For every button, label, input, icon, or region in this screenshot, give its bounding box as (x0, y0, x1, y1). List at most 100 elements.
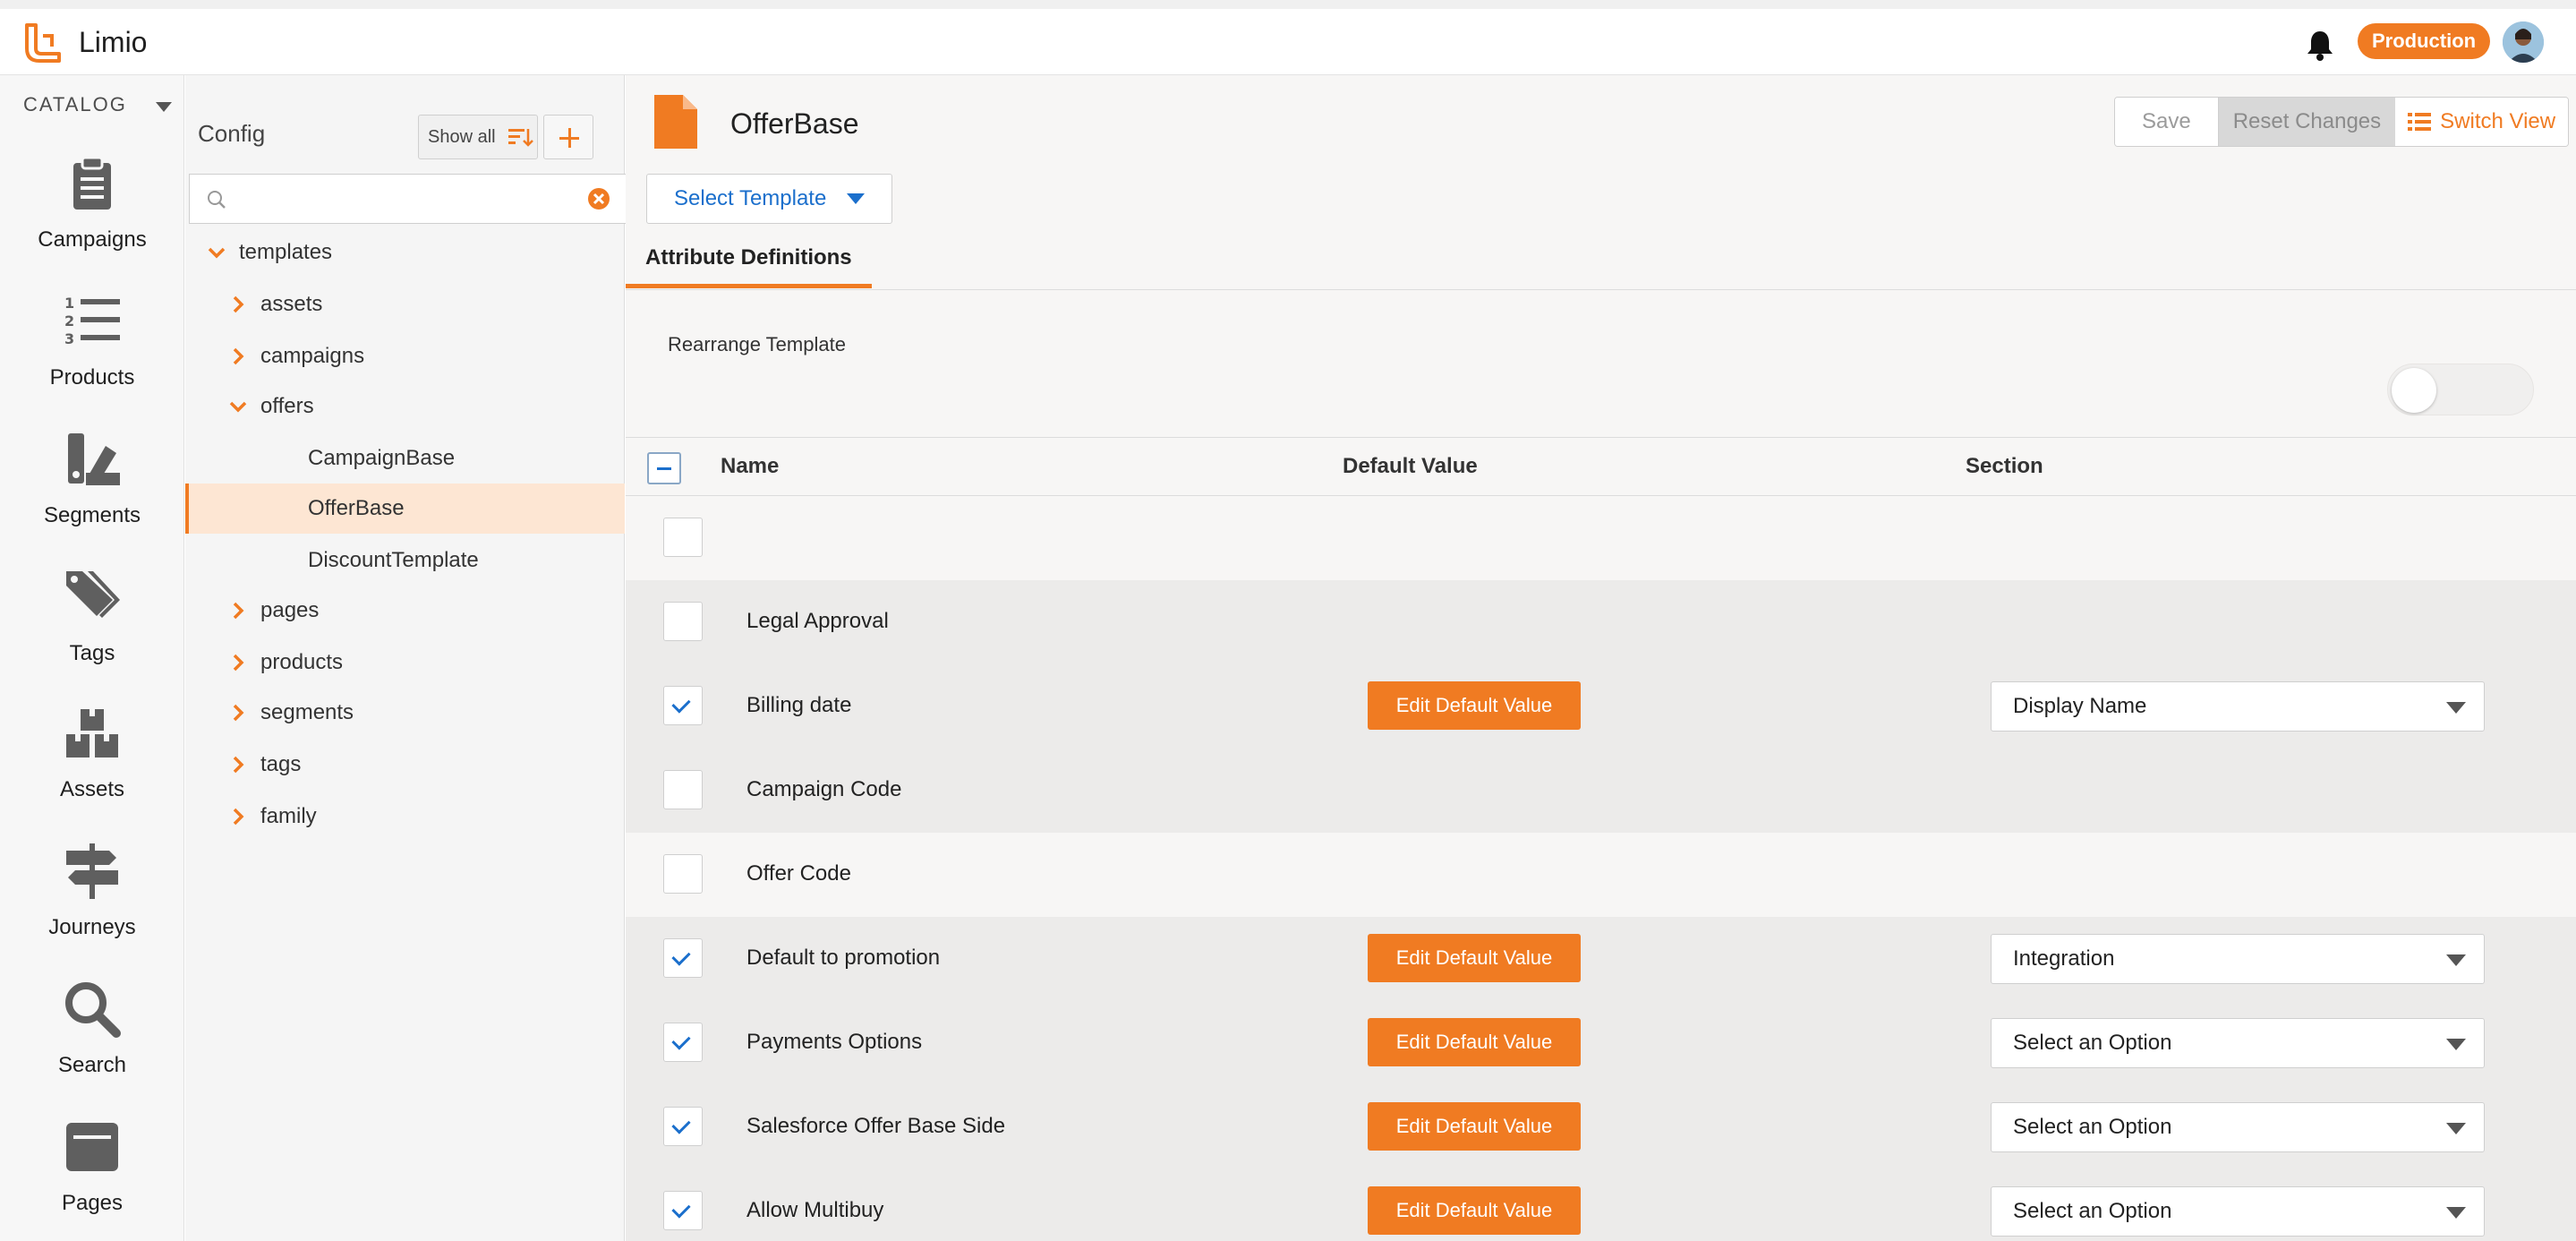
reset-changes-button[interactable]: Reset Changes (2218, 98, 2396, 146)
check-icon (671, 1115, 691, 1134)
row-checkbox[interactable] (663, 602, 703, 641)
edit-default-value-button[interactable]: Edit Default Value (1368, 1102, 1581, 1151)
show-all-label: Show all (428, 126, 496, 147)
tab-attribute-definitions[interactable]: Attribute Definitions (645, 245, 852, 288)
chevron-right-icon[interactable] (228, 755, 248, 775)
edit-default-value-button[interactable]: Edit Default Value (1368, 681, 1581, 730)
section-select[interactable]: Integration (1991, 934, 2485, 984)
nav-item-assets[interactable]: Assets (0, 702, 184, 802)
tree-node-campaignbase[interactable]: CampaignBase (185, 433, 625, 484)
select-template-dropdown[interactable]: Select Template (646, 174, 892, 224)
chevron-right-icon[interactable] (228, 653, 248, 672)
row-checkbox[interactable] (663, 518, 703, 557)
bell-icon[interactable] (2306, 29, 2334, 61)
tree-node-label: offers (260, 394, 314, 418)
active-tab-indicator (626, 284, 872, 288)
brand[interactable]: Limio (23, 21, 147, 63)
section-select-value: Select an Option (2013, 1031, 2172, 1055)
table-row: Default to promotion Edit Default Value … (626, 917, 2576, 1001)
tree-node-tags[interactable]: tags (185, 740, 625, 790)
left-nav: CATALOG Campaigns 1 2 3 Products Segment… (0, 75, 184, 1241)
edit-default-value-button[interactable]: Edit Default Value (1368, 934, 1581, 982)
chevron-right-icon[interactable] (228, 347, 248, 366)
chevron-right-icon[interactable] (228, 601, 248, 620)
row-checkbox[interactable] (663, 1191, 703, 1230)
row-checkbox[interactable] (663, 686, 703, 725)
tree-node-pages[interactable]: pages (185, 586, 625, 636)
check-icon (671, 694, 691, 714)
column-header-name[interactable]: Name (721, 454, 779, 479)
select-all-checkbox[interactable] (647, 452, 681, 484)
show-all-button[interactable]: Show all (418, 115, 538, 159)
nav-item-journeys[interactable]: Journeys (0, 840, 184, 940)
toggle-knob (2392, 368, 2436, 413)
chevron-right-icon[interactable] (228, 703, 248, 723)
section-select-value: Integration (2013, 946, 2115, 971)
tree-node-templates[interactable]: templates (185, 227, 625, 278)
rearrange-template-toggle[interactable] (2387, 364, 2534, 415)
save-button[interactable]: Save (2115, 98, 2219, 146)
row-name: Billing date (746, 693, 852, 717)
edit-default-value-button[interactable]: Edit Default Value (1368, 1186, 1581, 1235)
row-name: Default to promotion (746, 946, 941, 970)
signpost-icon (66, 843, 118, 899)
catalog-label[interactable]: CATALOG (23, 93, 127, 116)
section-select[interactable]: Select an Option (1991, 1102, 2485, 1152)
tree-node-offerbase[interactable]: OfferBase (185, 484, 625, 534)
nav-label-campaigns: Campaigns (38, 227, 147, 252)
nav-item-products[interactable]: 1 2 3 Products (0, 290, 184, 390)
avatar[interactable] (2503, 21, 2544, 63)
nav-item-segments[interactable]: Segments (0, 428, 184, 528)
switch-view-button[interactable]: Switch View (2395, 98, 2569, 146)
section-select[interactable]: Select an Option (1991, 1018, 2485, 1068)
svg-text:1: 1 (64, 295, 74, 312)
check-icon (671, 1031, 691, 1050)
table-row (626, 496, 2576, 580)
tree-node-segments[interactable]: segments (185, 688, 625, 738)
nav-item-tags[interactable]: Tags (0, 566, 184, 666)
check-icon (671, 946, 691, 966)
environment-badge[interactable]: Production (2358, 23, 2491, 59)
page-title: OfferBase (730, 107, 859, 140)
select-template-label: Select Template (674, 186, 827, 210)
main-panel: OfferBase Save Reset Changes Switch View… (626, 75, 2576, 1241)
nav-item-campaigns[interactable]: Campaigns (0, 152, 184, 252)
nav-label-assets: Assets (59, 777, 125, 801)
row-checkbox[interactable] (663, 1023, 703, 1062)
tree-node-family[interactable]: family (185, 792, 625, 842)
nav-item-search[interactable]: Search (0, 978, 184, 1078)
tree-node-campaigns[interactable]: campaigns (185, 331, 625, 381)
row-checkbox[interactable] (663, 770, 703, 809)
tree-node-label: tags (260, 752, 302, 776)
section-select[interactable]: Display Name (1991, 681, 2485, 732)
action-button-group: Save Reset Changes Switch View (2114, 97, 2570, 147)
chevron-right-icon[interactable] (228, 295, 248, 314)
catalog-caret-icon[interactable] (156, 102, 172, 112)
nav-item-pages[interactable]: Pages (0, 1116, 184, 1216)
row-name: Legal Approval (746, 609, 889, 633)
tree-node-offers[interactable]: offers (185, 381, 625, 432)
list-view-icon (2408, 113, 2432, 131)
tree-node-label: segments (260, 700, 354, 724)
tree-node-products[interactable]: products (185, 638, 625, 688)
row-checkbox[interactable] (663, 1107, 703, 1146)
tree-node-discounttemplate[interactable]: DiscountTemplate (185, 535, 625, 586)
column-header-section[interactable]: Section (1966, 454, 2043, 479)
app-name: Limio (79, 25, 148, 58)
clear-icon[interactable] (587, 187, 610, 210)
tree-search-input[interactable] (189, 174, 627, 224)
row-checkbox[interactable] (663, 938, 703, 978)
chevron-down-icon[interactable] (207, 243, 226, 262)
section-select[interactable]: Select an Option (1991, 1186, 2485, 1237)
sort-icon (508, 129, 533, 147)
add-button[interactable] (543, 115, 593, 159)
chevron-right-icon[interactable] (228, 807, 248, 826)
tree-node-assets[interactable]: assets (185, 279, 625, 330)
limio-logo-icon (25, 23, 61, 63)
tree-node-label: DiscountTemplate (308, 548, 479, 572)
chevron-down-icon[interactable] (228, 397, 248, 416)
row-checkbox[interactable] (663, 854, 703, 894)
column-header-default-value[interactable]: Default Value (1343, 454, 1478, 479)
edit-default-value-button[interactable]: Edit Default Value (1368, 1018, 1581, 1066)
search-icon (65, 982, 121, 1038)
